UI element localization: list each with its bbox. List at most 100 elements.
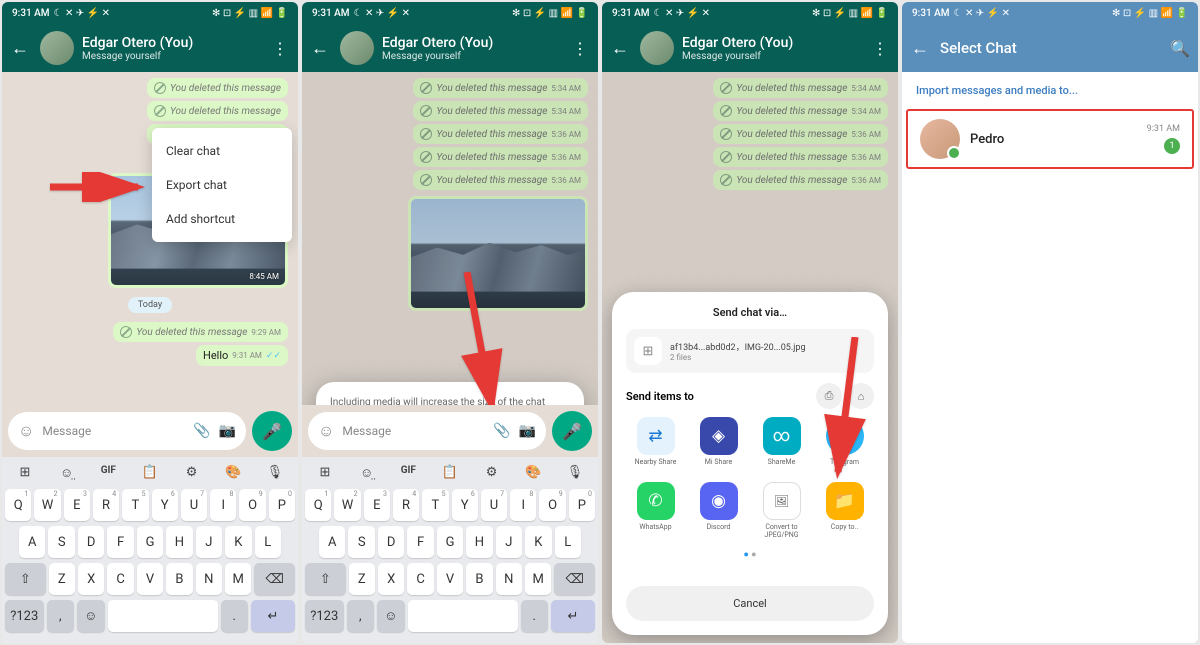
key-h[interactable]: H	[166, 526, 192, 558]
key-i[interactable]: I8	[210, 489, 236, 521]
period-key[interactable]: .	[221, 600, 249, 632]
key-g[interactable]: G	[137, 526, 163, 558]
key-k[interactable]: K	[225, 526, 251, 558]
key-k[interactable]: K	[525, 526, 551, 558]
text-message: Hello9:31 AM✓✓	[196, 345, 288, 366]
screen-1-export-menu: 9:31 AM☾ ✕ ✈ ⚡ ✕ ✻ ⊡ ⚡ ▥ 📶 🔋 ← Edgar Ote…	[2, 2, 298, 643]
key-q[interactable]: Q1	[305, 489, 331, 521]
key-w[interactable]: W2	[34, 489, 60, 521]
contact-subtitle: Message yourself	[82, 51, 260, 62]
key-i[interactable]: I8	[510, 489, 536, 521]
key-s[interactable]: S	[348, 526, 374, 558]
kb-voice-icon[interactable]: 🎙	[265, 465, 285, 481]
camera-icon[interactable]: 📷	[519, 423, 536, 439]
key-u[interactable]: U7	[481, 489, 507, 521]
context-menu: Clear chat Export chat Add shortcut	[152, 128, 292, 242]
key-j[interactable]: J	[496, 526, 522, 558]
menu-add-shortcut[interactable]: Add shortcut	[152, 202, 292, 236]
key-e[interactable]: E3	[64, 489, 90, 521]
camera-icon[interactable]: 📷	[219, 423, 236, 439]
key-j[interactable]: J	[196, 526, 222, 558]
key-d[interactable]: D	[378, 526, 404, 558]
key-l[interactable]: L	[555, 526, 581, 558]
key-p[interactable]: P0	[569, 489, 595, 521]
screen-3-share-sheet: 9:31 AM☾ ✕ ✈ ⚡ ✕ ✻ ⊡ ⚡ ▥ 📶 🔋 ← Edgar Ote…	[602, 2, 898, 643]
message-input[interactable]: ☺ Message 📎 📷	[308, 412, 546, 450]
attach-icon[interactable]: 📎	[193, 423, 210, 439]
key-s[interactable]: S	[48, 526, 74, 558]
back-icon[interactable]: ←	[908, 38, 932, 59]
app-mi-share[interactable]: ◈Mi Share	[689, 417, 748, 474]
enter-key[interactable]: ↵	[251, 600, 295, 632]
app-whatsapp[interactable]: ✆WhatsApp	[626, 482, 685, 539]
shift-key[interactable]: ⇧	[5, 563, 46, 595]
overflow-menu-icon[interactable]: ⋮	[268, 39, 292, 58]
key-u[interactable]: U7	[181, 489, 207, 521]
app-copy[interactable]: 📁Copy to..	[815, 482, 874, 539]
key-r[interactable]: R4	[393, 489, 419, 521]
overflow-menu-icon[interactable]: ⋮	[868, 39, 892, 58]
key-p[interactable]: P0	[269, 489, 295, 521]
key-y[interactable]: Y6	[152, 489, 178, 521]
key-e[interactable]: E3	[364, 489, 390, 521]
numeric-key[interactable]: ?123	[5, 600, 44, 632]
app-nearby-share[interactable]: ⇄Nearby Share	[626, 417, 685, 474]
overflow-menu-icon[interactable]: ⋮	[568, 39, 592, 58]
back-icon[interactable]: ←	[8, 38, 32, 59]
key-f[interactable]: F	[107, 526, 133, 558]
key-a[interactable]: A	[19, 526, 45, 558]
key-q[interactable]: Q1	[5, 489, 31, 521]
key-g[interactable]: G	[437, 526, 463, 558]
mic-button[interactable]: 🎤	[552, 411, 592, 451]
avatar[interactable]	[640, 31, 674, 65]
contact-name: Edgar Otero (You)	[82, 35, 260, 51]
avatar[interactable]	[340, 31, 374, 65]
cancel-button[interactable]: Cancel	[626, 586, 874, 621]
app-discord[interactable]: ◉Discord	[689, 482, 748, 539]
kb-gif-icon[interactable]: GIF	[98, 465, 118, 481]
avatar[interactable]	[40, 31, 74, 65]
app-convert[interactable]: 🖼Convert to JPEG/PNG	[752, 482, 811, 539]
key-d[interactable]: D	[78, 526, 104, 558]
space-key[interactable]	[108, 600, 218, 632]
annotation-arrow	[447, 272, 507, 405]
kb-sticker-icon[interactable]: ☺̤	[57, 465, 77, 481]
chat-item-pedro[interactable]: Pedro 9:31 AM 1	[906, 109, 1194, 169]
shift-key[interactable]: ⇧	[305, 563, 346, 595]
emoji-key[interactable]: ☺	[77, 600, 105, 632]
kb-settings-icon[interactable]: ⚙	[182, 465, 202, 481]
key-o[interactable]: O9	[539, 489, 565, 521]
search-icon[interactable]: 🔍	[1168, 39, 1192, 58]
kb-clipboard-icon[interactable]: 📋	[140, 465, 160, 481]
key-a[interactable]: A	[319, 526, 345, 558]
emoji-icon[interactable]: ☺	[318, 421, 334, 441]
key-h[interactable]: H	[466, 526, 492, 558]
back-icon[interactable]: ←	[608, 38, 632, 59]
menu-export-chat[interactable]: Export chat	[152, 168, 292, 202]
key-t[interactable]: T5	[122, 489, 148, 521]
key-y[interactable]: Y6	[452, 489, 478, 521]
app-shareme[interactable]: ∞ShareMe	[752, 417, 811, 474]
back-icon[interactable]: ←	[308, 38, 332, 59]
comma-key[interactable]: ,	[47, 600, 75, 632]
kb-palette-icon[interactable]: 🎨	[223, 465, 243, 481]
key-w[interactable]: W2	[334, 489, 360, 521]
key-r[interactable]: R4	[93, 489, 119, 521]
menu-clear-chat[interactable]: Clear chat	[152, 134, 292, 168]
share-title: Send chat via…	[626, 306, 874, 319]
page-indicator: ● ●	[626, 549, 874, 560]
kb-grid-icon[interactable]: ⊞	[15, 465, 35, 481]
message-input[interactable]: ☺ Message 📎 📷	[8, 412, 246, 450]
key-o[interactable]: O9	[239, 489, 265, 521]
key-l[interactable]: L	[255, 526, 281, 558]
deleted-message: You deleted this message	[147, 78, 288, 98]
mic-button[interactable]: 🎤	[252, 411, 292, 451]
annotation-arrow	[820, 337, 870, 487]
status-bar: 9:31 AM☾ ✕ ✈ ⚡ ✕ ✻ ⊡ ⚡ ▥ 📶 🔋	[602, 2, 898, 24]
backspace-key[interactable]: ⌫	[254, 563, 295, 595]
key-t[interactable]: T5	[422, 489, 448, 521]
emoji-icon[interactable]: ☺	[18, 421, 34, 441]
key-f[interactable]: F	[407, 526, 433, 558]
backspace-key[interactable]: ⌫	[554, 563, 595, 595]
attach-icon[interactable]: 📎	[493, 423, 510, 439]
